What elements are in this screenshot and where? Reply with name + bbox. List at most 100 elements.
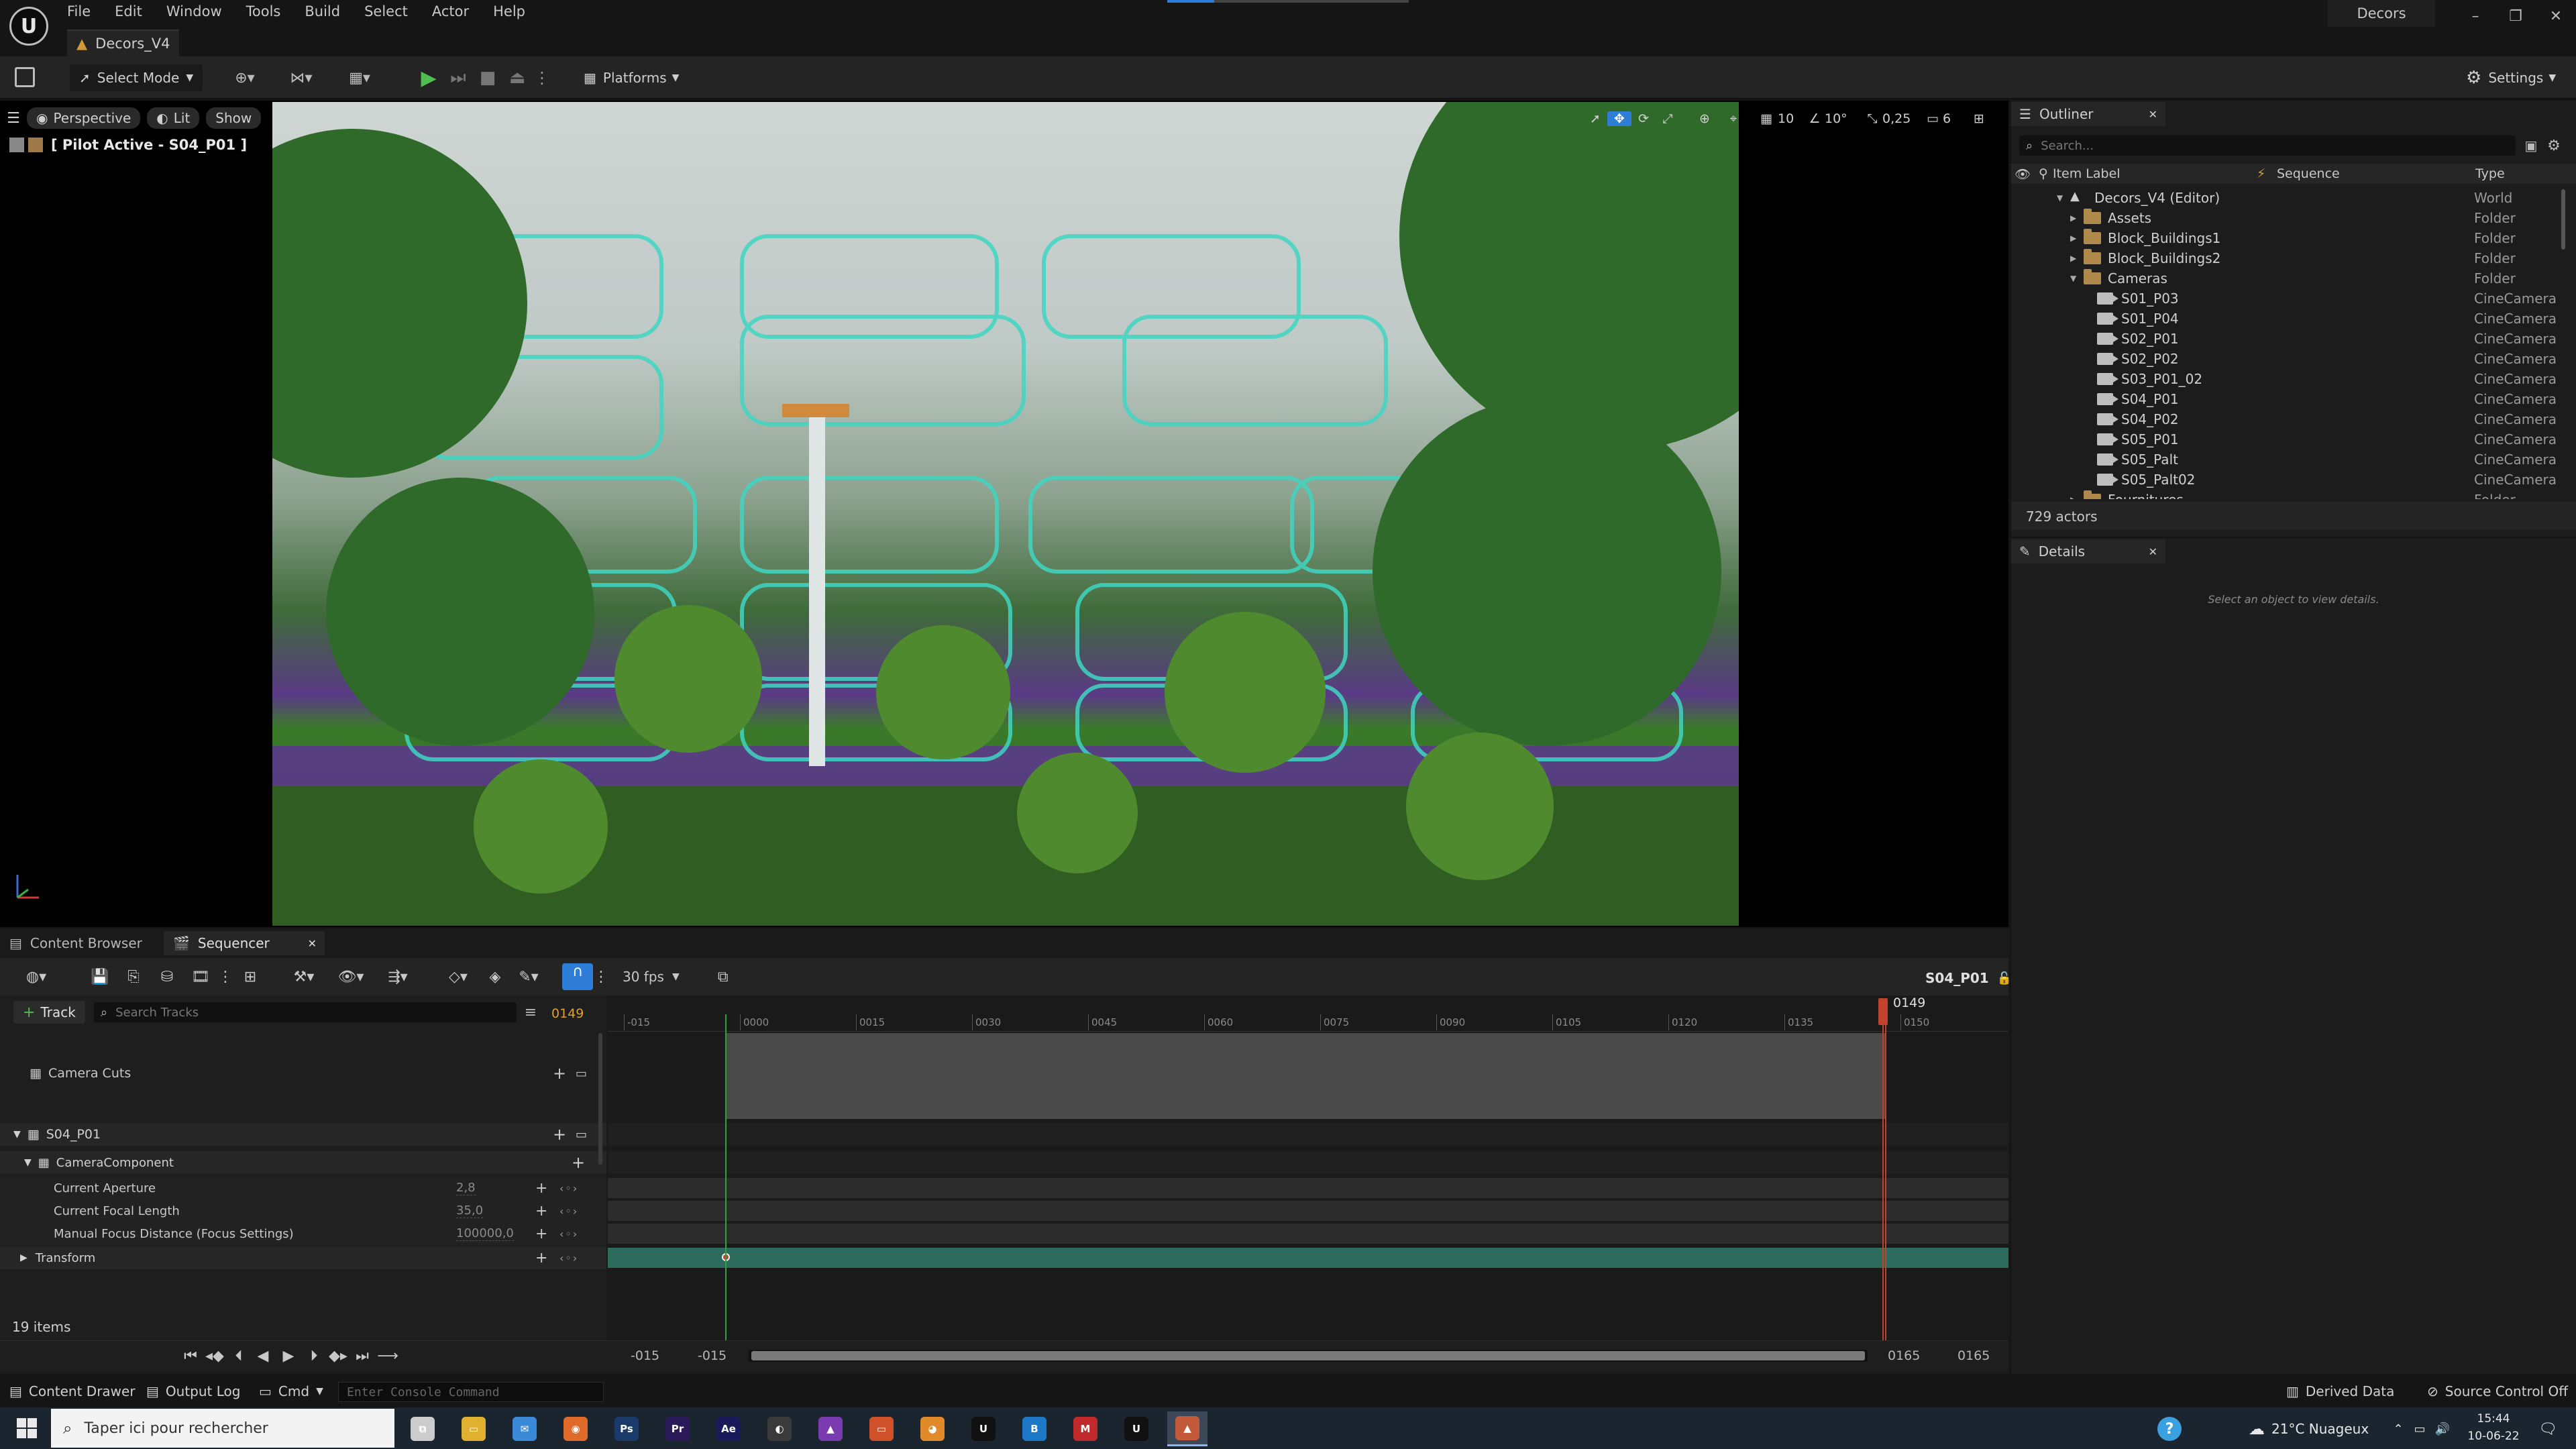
pilot-camera-icon[interactable] bbox=[9, 138, 24, 152]
outliner-row[interactable]: ▶ Fournitures Folder bbox=[2011, 490, 2561, 499]
outliner-scrollbar[interactable] bbox=[2561, 189, 2565, 250]
expand-arrow-icon[interactable]: ▶ bbox=[2070, 495, 2076, 499]
timeline-ruler[interactable]: -015 0000 0015 0030 0045 0060 0075 0090 0105 0120… bbox=[608, 1013, 2008, 1032]
settings-button[interactable]: ⚙ Settings ▼ bbox=[2466, 66, 2556, 90]
outliner-search[interactable]: ⌕ Search... bbox=[2019, 136, 2516, 156]
expand-arrow-icon[interactable]: ▶ bbox=[2070, 233, 2076, 243]
pin-icon[interactable]: ⚲ bbox=[2034, 166, 2053, 181]
jump-end-icon[interactable]: ⏭ bbox=[350, 1348, 374, 1364]
camera-speed-value[interactable]: 6 bbox=[1943, 111, 1967, 126]
close-icon[interactable]: ✕ bbox=[2149, 545, 2157, 558]
key-nav-icons[interactable]: ‹◦› bbox=[559, 1228, 578, 1240]
fps-dropdown[interactable]: 30 fps ▼ bbox=[623, 969, 680, 985]
property-track-value[interactable]: 2,8 bbox=[456, 1181, 476, 1195]
menu-file[interactable]: File bbox=[67, 3, 91, 19]
source-control-button[interactable]: ⊘ Source Control Off bbox=[2427, 1381, 2568, 1402]
translate-tool-icon[interactable]: ✥ bbox=[1607, 111, 1631, 126]
expand-icon[interactable]: ▼ bbox=[13, 1129, 21, 1140]
unreal-icon[interactable]: U bbox=[963, 1411, 1004, 1446]
sequencer-tab[interactable]: 🎬 Sequencer ✕ bbox=[164, 931, 325, 955]
property-track[interactable]: Manual Focus Distance (Focus Settings) 10… bbox=[0, 1222, 606, 1245]
grid-snap-icon[interactable]: ▦ bbox=[1755, 111, 1778, 126]
content-browser-tab[interactable]: ▤ Content Browser bbox=[0, 931, 161, 955]
add-track-button[interactable]: + Track bbox=[13, 1001, 85, 1024]
save-as-icon[interactable]: ⎘ bbox=[117, 969, 150, 985]
scale-snap-value[interactable]: 0,25 bbox=[1882, 111, 1923, 126]
start-marker[interactable] bbox=[725, 1014, 727, 1340]
show-button[interactable]: Show bbox=[206, 107, 262, 129]
add-key-icon[interactable]: + bbox=[535, 1180, 547, 1197]
lit-button[interactable]: ◐ Lit bbox=[147, 107, 200, 129]
network-icon[interactable]: ▭ bbox=[2408, 1422, 2431, 1436]
track-list-splitter[interactable] bbox=[598, 1033, 602, 1165]
outliner-row[interactable]: ▼ ▲ Decors_V4 (Editor) World bbox=[2011, 188, 2561, 208]
console-input[interactable]: Enter Console Command bbox=[338, 1382, 604, 1402]
hierarchy-icon[interactable]: ⊞ bbox=[233, 969, 267, 985]
column-item-label[interactable]: Item Label bbox=[2053, 166, 2257, 181]
layout-icon[interactable]: ⊞ bbox=[1967, 111, 1991, 126]
movie-icon[interactable]: 🎞 bbox=[184, 969, 217, 985]
menu-help[interactable]: Help bbox=[493, 3, 525, 19]
add-icon[interactable]: + bbox=[572, 1153, 585, 1172]
outliner-row[interactable]: ▶ Block_Buildings1 Folder bbox=[2011, 228, 2561, 248]
track-transform[interactable]: ▶ Transform + ‹◦› bbox=[0, 1246, 606, 1269]
rotate-tool-icon[interactable]: ⟳ bbox=[1631, 111, 1656, 126]
step-icon[interactable]: ⏭ bbox=[447, 66, 470, 90]
world-icon[interactable]: ◍▾ bbox=[16, 969, 56, 985]
range-start-outer[interactable]: -015 bbox=[631, 1348, 659, 1363]
current-frame[interactable]: 0149 bbox=[551, 1006, 584, 1021]
expand-icon[interactable]: ▶ bbox=[20, 1252, 28, 1263]
unreal-icon-2[interactable]: U bbox=[1116, 1411, 1157, 1446]
davinci-icon[interactable]: ◐ bbox=[759, 1411, 800, 1446]
outliner-row[interactable]: S01_P04 CineCamera bbox=[2011, 309, 2561, 329]
pen-icon[interactable]: ✎▾ bbox=[508, 969, 549, 985]
outliner-row[interactable]: S02_P02 CineCamera bbox=[2011, 349, 2561, 369]
snap-options-icon[interactable]: ⋮ bbox=[593, 969, 609, 985]
outliner-row[interactable]: S04_P02 CineCamera bbox=[2011, 409, 2561, 429]
collapse-arrow-icon[interactable]: ▼ bbox=[2070, 274, 2076, 283]
play-options-icon[interactable]: ⋮ bbox=[534, 66, 550, 90]
add-key-icon[interactable]: + bbox=[535, 1226, 547, 1242]
add-icon[interactable]: + bbox=[553, 1064, 566, 1083]
jump-start-icon[interactable]: ⏮ bbox=[178, 1348, 203, 1364]
unreal-logo-icon[interactable]: U bbox=[9, 7, 48, 46]
curve-editor-icon[interactable]: ⧉ bbox=[706, 969, 740, 985]
perspective-button[interactable]: ◉ Perspective bbox=[27, 107, 141, 129]
weather-widget[interactable]: ☁ 21°C Nuageux bbox=[2249, 1418, 2369, 1440]
column-sequence[interactable]: Sequence bbox=[2277, 166, 2475, 181]
expand-arrow-icon[interactable]: ▶ bbox=[2070, 213, 2076, 223]
blender-icon[interactable]: ◕ bbox=[912, 1411, 953, 1446]
select-tool-icon[interactable]: ➚ bbox=[1583, 111, 1607, 126]
details-tab[interactable]: ✎ Details ✕ bbox=[2011, 539, 2165, 564]
content-drawer-button[interactable]: ▤ Content Drawer bbox=[9, 1381, 136, 1402]
column-type[interactable]: Type bbox=[2475, 166, 2505, 181]
key-nav-icons[interactable]: ‹◦› bbox=[559, 1182, 578, 1195]
menu-build[interactable]: Build bbox=[305, 3, 340, 19]
level-tab[interactable]: ▲ Decors_V4 bbox=[67, 30, 180, 56]
taskbar-search[interactable]: ⌕ Taper ici pour rechercher bbox=[51, 1409, 394, 1448]
scale-snap-icon[interactable]: ⤡ bbox=[1862, 111, 1882, 126]
play-icon[interactable]: ▶ bbox=[417, 66, 440, 90]
step-back-icon[interactable]: ⏴ bbox=[227, 1348, 251, 1364]
eject-icon[interactable]: ⏏ bbox=[506, 66, 529, 90]
notifications-icon[interactable]: 🗨 bbox=[2534, 1417, 2561, 1441]
property-track-value[interactable]: 100000,0 bbox=[456, 1226, 514, 1241]
camera-speed-icon[interactable]: ▭ bbox=[1923, 111, 1943, 126]
property-track[interactable]: Current Focal Length 35,0 + ‹◦› bbox=[0, 1199, 606, 1222]
range-start-inner[interactable]: -015 bbox=[698, 1348, 727, 1363]
firefox-icon[interactable]: ◉ bbox=[555, 1411, 596, 1446]
eject-pilot-icon[interactable] bbox=[28, 138, 43, 152]
minimize-icon[interactable]: – bbox=[2455, 8, 2496, 25]
render-icon[interactable]: ⛁ bbox=[150, 969, 184, 985]
camera-lock-icon[interactable]: ▭ bbox=[576, 1067, 587, 1081]
mega-icon[interactable]: M bbox=[1065, 1411, 1106, 1446]
maximize-icon[interactable]: ❐ bbox=[2496, 8, 2536, 25]
actions-icon[interactable]: ⚒▾ bbox=[280, 969, 327, 985]
outliner-row[interactable]: S03_P01_02 CineCamera bbox=[2011, 369, 2561, 389]
play-forward-icon[interactable]: ▶ bbox=[275, 1348, 302, 1364]
expand-icon[interactable]: ▼ bbox=[24, 1157, 32, 1168]
outliner-row[interactable]: ▶ Assets Folder bbox=[2011, 208, 2561, 228]
unreal-active-icon[interactable]: ▲ bbox=[1167, 1411, 1208, 1446]
play-reverse-icon[interactable]: ◀ bbox=[251, 1348, 275, 1364]
outliner-row[interactable]: ▼ Cameras Folder bbox=[2011, 268, 2561, 288]
